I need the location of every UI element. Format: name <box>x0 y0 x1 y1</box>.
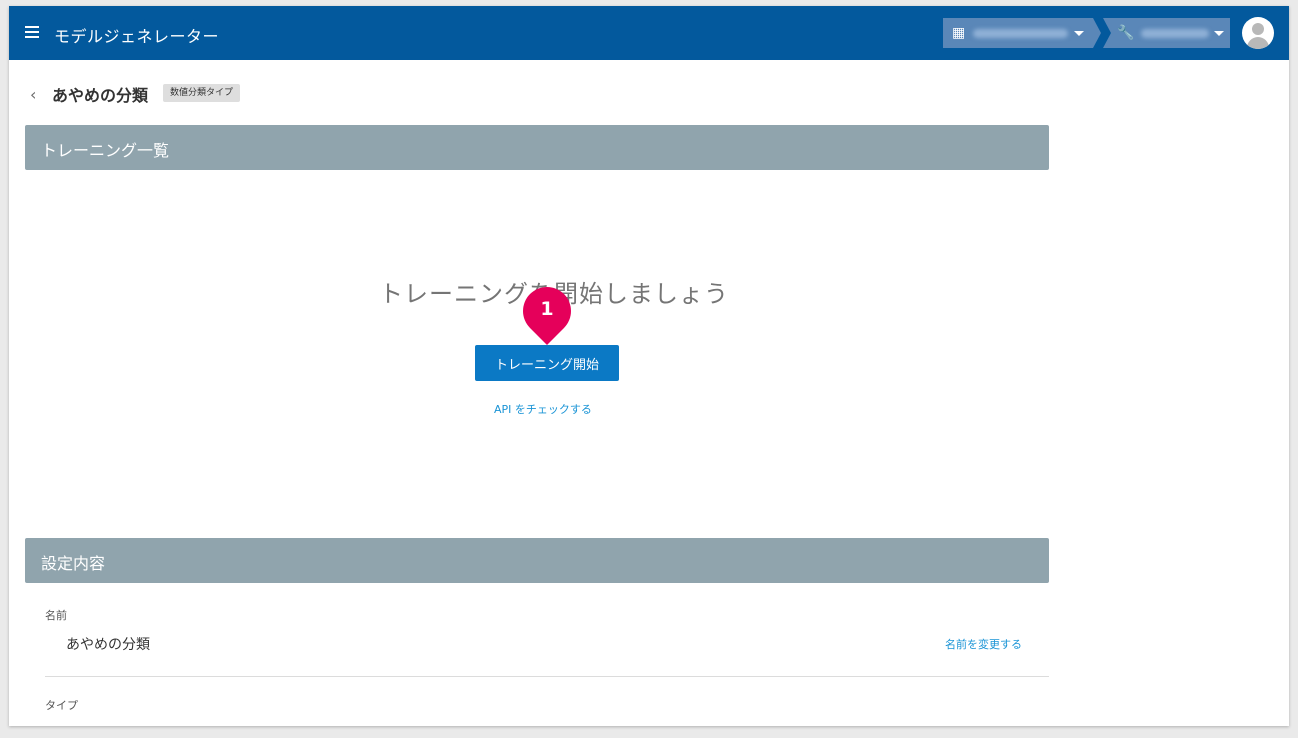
check-api-link[interactable]: API をチェックする <box>494 401 592 417</box>
chevron-down-icon <box>1074 31 1084 36</box>
organization-name-redacted <box>973 29 1068 38</box>
settings-header: 設定内容 <box>25 538 1049 583</box>
app-title: モデルジェネレーター <box>54 27 220 46</box>
type-badge: 数値分類タイプ <box>163 84 241 102</box>
building-icon: ▦ <box>952 25 966 41</box>
back-chevron-icon[interactable]: ‹ <box>30 85 36 104</box>
tool-selector[interactable]: 🔧 <box>1103 18 1230 48</box>
user-avatar[interactable] <box>1242 17 1274 49</box>
settings-header-label: 設定内容 <box>41 554 106 573</box>
type-field-label: タイプ <box>45 699 78 712</box>
breadcrumb-notch <box>1103 18 1111 48</box>
hamburger-menu-icon[interactable] <box>25 26 39 38</box>
name-field-label: 名前 <box>45 609 67 622</box>
page-title: あやめの分類 <box>52 86 149 105</box>
app-window: モデルジェネレーター ▦ 🔧 ‹ あやめの分類 数値分類タイプ トレーニング一覧… <box>9 6 1289 726</box>
tool-name-redacted <box>1141 29 1209 38</box>
chevron-down-icon <box>1214 31 1224 36</box>
training-list-header: トレーニング一覧 <box>25 125 1049 170</box>
app-bar: モデルジェネレーター ▦ 🔧 <box>9 6 1289 60</box>
step-marker-number: 1 <box>540 298 554 320</box>
start-training-button[interactable]: トレーニング開始 <box>475 345 619 381</box>
organization-selector[interactable]: ▦ <box>943 18 1093 48</box>
wrench-icon: 🔧 <box>1117 25 1135 41</box>
name-field-value: あやめの分類 <box>66 637 150 653</box>
breadcrumb-arrow <box>1093 18 1101 48</box>
rename-link[interactable]: 名前を変更する <box>945 636 1022 652</box>
divider <box>45 676 1049 677</box>
training-list-header-label: トレーニング一覧 <box>41 141 170 160</box>
